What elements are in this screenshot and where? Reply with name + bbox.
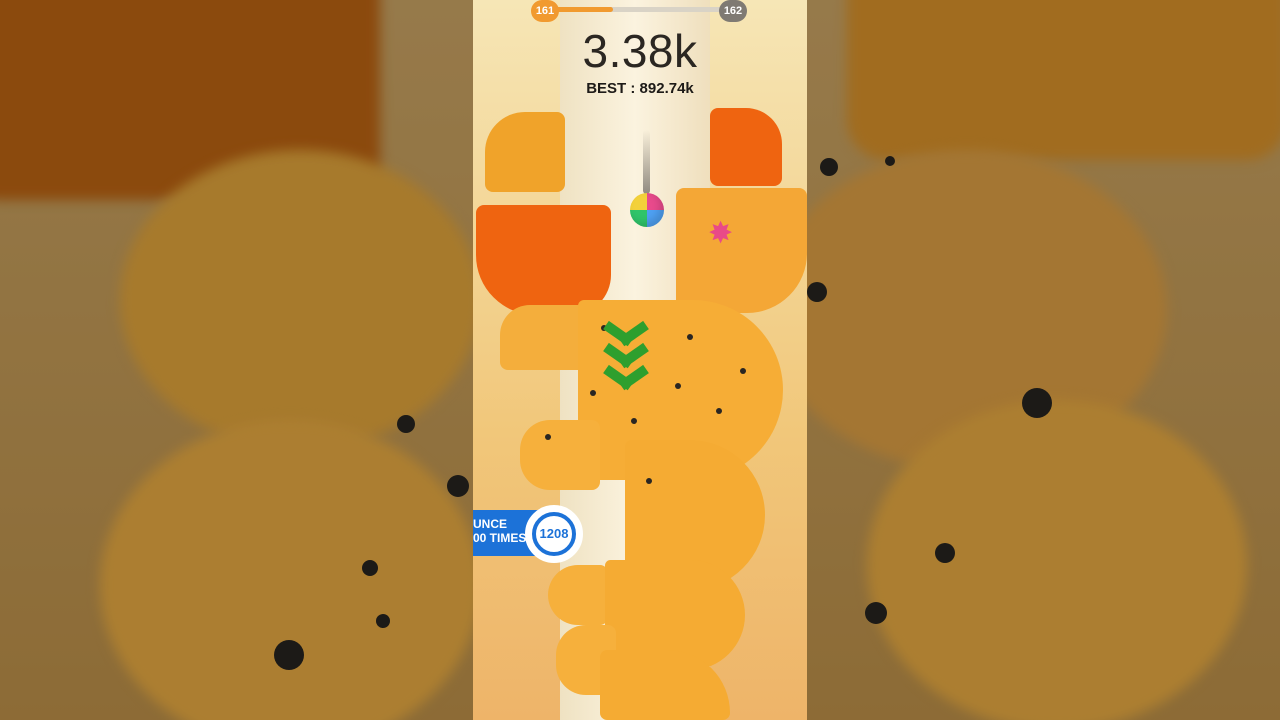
platform-segment <box>676 188 807 313</box>
chevron-down-icon <box>604 360 648 388</box>
score-value: 3.38k <box>582 25 698 77</box>
level-progress-bar <box>545 7 735 12</box>
left-backdrop <box>0 0 473 720</box>
drop-arrows <box>596 322 656 388</box>
debris-dot <box>590 390 596 396</box>
ball-trail <box>643 130 650 194</box>
right-backdrop <box>807 0 1280 720</box>
platform-segment <box>548 565 608 625</box>
current-level-badge: 161 <box>531 0 559 22</box>
debris-dot <box>716 408 722 414</box>
platform-segment <box>500 305 590 370</box>
challenge-line-2: 00 TIMES <box>473 531 527 545</box>
debris-dot <box>740 368 746 374</box>
debris-dot <box>631 418 637 424</box>
platform-segment <box>520 420 600 490</box>
danger-segment <box>710 108 782 186</box>
danger-segment <box>476 205 611 315</box>
debris-dot <box>687 334 693 340</box>
challenge-line-1: UNCE <box>473 517 508 531</box>
best-score: BEST : 892.74k <box>586 80 694 97</box>
next-level-badge: 162 <box>719 0 747 22</box>
challenge-counter-ring: 1208 <box>525 505 583 563</box>
platform-segment <box>485 112 565 192</box>
debris-dot <box>675 383 681 389</box>
debris-dot <box>545 434 551 440</box>
striped-ball-icon <box>630 193 664 227</box>
paint-splash-icon: ✸ <box>708 217 734 250</box>
debris-dot <box>646 478 652 484</box>
challenge-text: UNCE 00 TIMES <box>473 517 533 545</box>
challenge-counter: 1208 <box>532 512 576 556</box>
